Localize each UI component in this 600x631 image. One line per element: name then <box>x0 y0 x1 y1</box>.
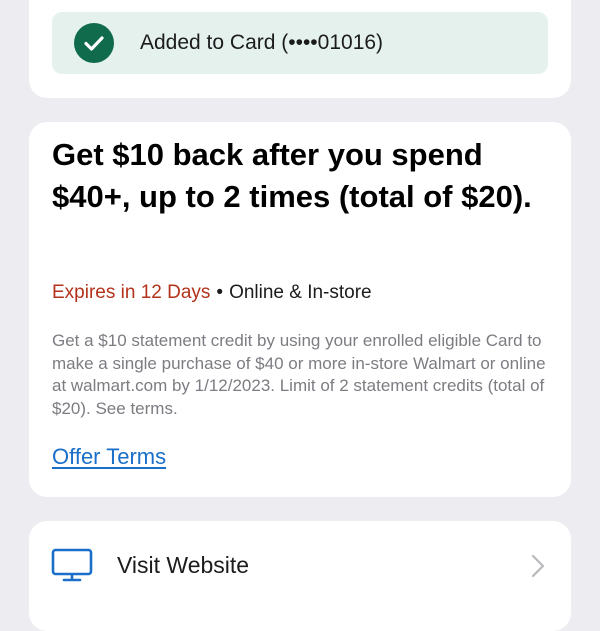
chevron-right-icon <box>531 554 545 578</box>
offer-details-card: Get $10 back after you spend $40+, up to… <box>29 122 571 497</box>
offer-meta: Expires in 12 Days • Online & In-store <box>52 282 372 304</box>
expiration-text: Expires in 12 Days <box>52 282 211 303</box>
channel-text: Online & In-store <box>229 282 372 303</box>
offer-description: Get a $10 statement credit by using your… <box>52 331 546 418</box>
offer-title: Get $10 back after you spend $40+, up to… <box>52 137 532 214</box>
visit-website-row[interactable]: Visit Website <box>29 521 571 611</box>
visit-website-label: Visit Website <box>117 552 250 578</box>
monitor-icon <box>51 548 93 582</box>
added-to-card-banner: Added to Card (••••01016) <box>52 12 548 74</box>
check-icon <box>74 23 114 63</box>
meta-separator: • <box>216 282 224 303</box>
added-status-card: Added to Card (••••01016) <box>29 0 571 98</box>
added-to-card-text: Added to Card (••••01016) <box>140 31 384 54</box>
visit-website-card: Visit Website <box>29 521 571 631</box>
offer-terms-link[interactable]: Offer Terms <box>52 444 166 470</box>
